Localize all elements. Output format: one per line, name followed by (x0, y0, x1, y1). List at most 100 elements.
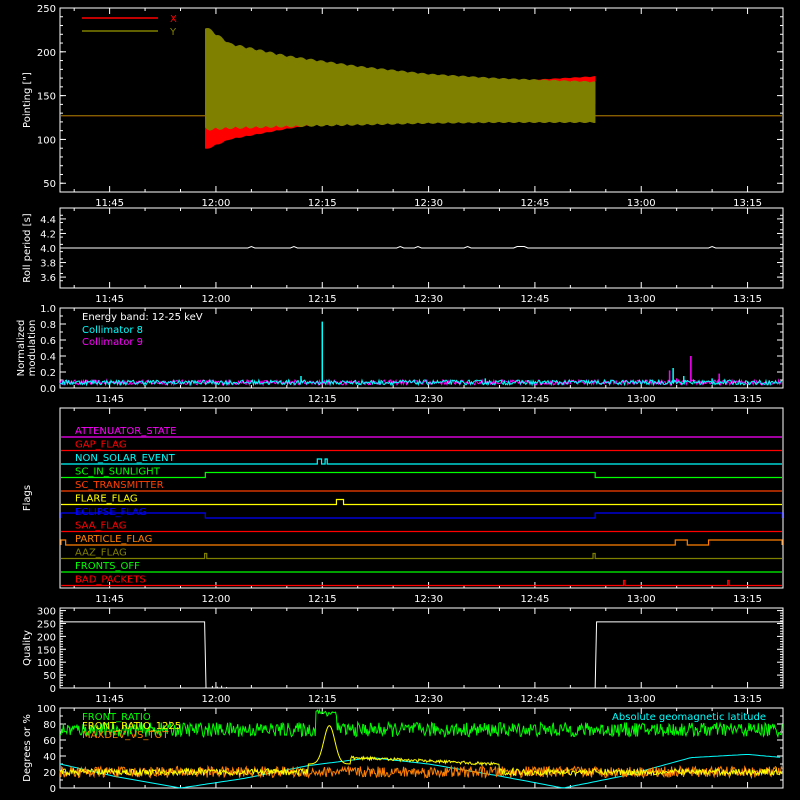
y-tick-label: 1.0 (40, 304, 56, 315)
y-tick-label: 0.6 (40, 336, 56, 347)
flag-line-SC_IN_SUNLIGHT (61, 471, 782, 479)
x-tick-label: 13:15 (733, 694, 762, 705)
y-tick-label: 0.0 (40, 384, 56, 395)
flag-label-SC_IN_SUNLIGHT: SC_IN_SUNLIGHT (75, 467, 161, 478)
x-tick-label: 12:30 (414, 694, 443, 705)
rhessi-quicklook-figure: 11:45 12:00 12:15 12:30 12:45 13:00 13:15 50 100… (16, 4, 784, 795)
x-tick-label: 11:45 (95, 394, 124, 405)
x-tick-label: 12:00 (202, 294, 231, 305)
quality-line (60, 621, 783, 689)
y-tick-label: 4.2 (40, 229, 56, 240)
legend-label-Collimator-8: Collimator 8 (82, 325, 143, 336)
y-tick-label: 4.4 (40, 215, 56, 226)
y-tick-label: 150 (37, 92, 56, 103)
x-tick-label: 12:15 (308, 294, 337, 305)
x-tick-label: 12:45 (520, 594, 549, 605)
panel-frame (59, 607, 784, 689)
y-tick-label: 40 (43, 752, 56, 763)
x-tick-label: 12:15 (308, 198, 337, 209)
x-tick-label: 13:00 (627, 294, 656, 305)
x-tick-label: 13:15 (733, 294, 762, 305)
legend-label-geomagnetic-latitude: Absolute geomagnetic latitude (612, 712, 766, 723)
flag-label-SC_TRANSMITTER: SC_TRANSMITTER (75, 480, 164, 491)
y-tick-label: 0.4 (40, 352, 56, 363)
roll-period-line (60, 246, 783, 249)
y-tick-label: 200 (37, 632, 56, 643)
y-tick-label: 150 (37, 645, 56, 656)
x-tick-label: 11:45 (95, 294, 124, 305)
y-tick-label: 0.8 (40, 320, 56, 331)
x-tick-label: 13:00 (627, 694, 656, 705)
x-tick-label: 13:00 (627, 394, 656, 405)
x-tick-label: 13:15 (733, 394, 762, 405)
flag-label-BAD_PACKETS: BAD_PACKETS (75, 575, 146, 586)
y-tick-label: 4.0 (40, 244, 56, 255)
x-tick-label: 12:45 (520, 294, 549, 305)
x-tick-label: 12:15 (308, 394, 337, 405)
x-tick-label: 12:00 (202, 198, 231, 209)
x-tick-label: 12:15 (308, 694, 337, 705)
x-tick-label: 12:15 (308, 594, 337, 605)
flag-line-FLARE_FLAG (61, 498, 782, 506)
y-tick-label: 100 (37, 658, 56, 669)
y-tick-label: 3.8 (40, 259, 56, 270)
flag-line-AAZ_FLAG (61, 552, 782, 560)
flag-label-GAP_FLAG: GAP_FLAG (75, 440, 127, 451)
x-tick-label: 12:45 (520, 394, 549, 405)
flag-label-PARTICLE_FLAG: PARTICLE_FLAG (75, 534, 152, 545)
x-tick-label: 13:15 (733, 198, 762, 209)
y-tick-label: 250 (37, 4, 56, 15)
y-tick-label: 100 (37, 704, 56, 715)
series-band-Y (205, 28, 596, 131)
ratios-panel: 020406080100Degrees or % FRONT_RATIOFRONT… (22, 704, 784, 795)
quality-panel: 11:45 12:00 12:15 12:30 12:45 13:00 13:15 0 50 10… (22, 607, 784, 705)
x-tick-label: 12:00 (202, 594, 231, 605)
x-tick-label: 13:00 (627, 198, 656, 209)
y-tick-label: 200 (37, 48, 56, 59)
x-tick-label: 12:30 (414, 594, 443, 605)
y-axis-label: Quality (22, 630, 33, 666)
y-tick-label: 80 (43, 720, 56, 731)
y-axis-label: Degrees or % (22, 714, 33, 782)
x-tick-label: 12:45 (520, 694, 549, 705)
y-axis-label: Roll period [s] (22, 213, 33, 282)
y-tick-label: 100 (37, 135, 56, 146)
legend-label-Collimator-9: Collimator 9 (82, 337, 143, 348)
x-tick-label: 13:15 (733, 594, 762, 605)
x-tick-label: 12:00 (202, 394, 231, 405)
y-tick-label: 250 (37, 619, 56, 630)
legend-label-X: X (170, 14, 177, 25)
y-axis-label: Normalized (16, 320, 27, 377)
x-tick-label: 12:30 (414, 294, 443, 305)
y-tick-label: 0 (50, 784, 56, 795)
flag-label-AAZ_FLAG: AAZ_FLAG (75, 548, 127, 559)
flag-line-ECLIPSE_FLAG (60, 512, 783, 519)
flag-line-PARTICLE_FLAG (60, 539, 783, 546)
flag-label-SAA_FLAG: SAA_FLAG (75, 521, 126, 532)
flag-line-BAD_PACKETS (61, 579, 782, 587)
y-axis-label: Pointing ["] (22, 72, 33, 128)
pointing-panel: 11:45 12:00 12:15 12:30 12:45 13:00 13:15 50 100… (22, 4, 784, 209)
x-tick-label: 12:30 (414, 394, 443, 405)
x-tick-label: 13:00 (627, 594, 656, 605)
legend-label-MAXDEV_VS_TOT: MAXDEV_VS_TOT (82, 730, 169, 741)
y-tick-label: 0 (50, 684, 56, 695)
energy-band-annotation: Energy band: 12-25 keV (82, 312, 203, 323)
legend-label-Y: Y (169, 27, 177, 38)
x-tick-label: 11:45 (95, 594, 124, 605)
y-axis-label: modulation (27, 320, 38, 377)
y-tick-label: 60 (43, 736, 56, 747)
flag-label-NON_SOLAR_EVENT: NON_SOLAR_EVENT (75, 453, 176, 464)
y-tick-label: 0.2 (40, 368, 56, 379)
y-tick-label: 20 (43, 768, 56, 779)
flag-label-ATTENUATOR_STATE: ATTENUATOR_STATE (75, 426, 176, 437)
x-tick-label: 12:00 (202, 694, 231, 705)
y-tick-label: 300 (37, 607, 56, 618)
y-axis-label: Flags (22, 485, 33, 511)
x-tick-label: 11:45 (95, 198, 124, 209)
modulation-panel: 11:45 12:00 12:15 12:30 12:45 13:00 13:15 0.0 0.… (16, 304, 784, 405)
y-tick-label: 3.6 (40, 273, 56, 284)
flag-label-FLARE_FLAG: FLARE_FLAG (75, 494, 138, 505)
x-tick-label: 12:30 (414, 198, 443, 209)
roll-period-panel: 11:45 12:00 12:15 12:30 12:45 13:00 13:15 3.6 3.… (22, 207, 784, 305)
